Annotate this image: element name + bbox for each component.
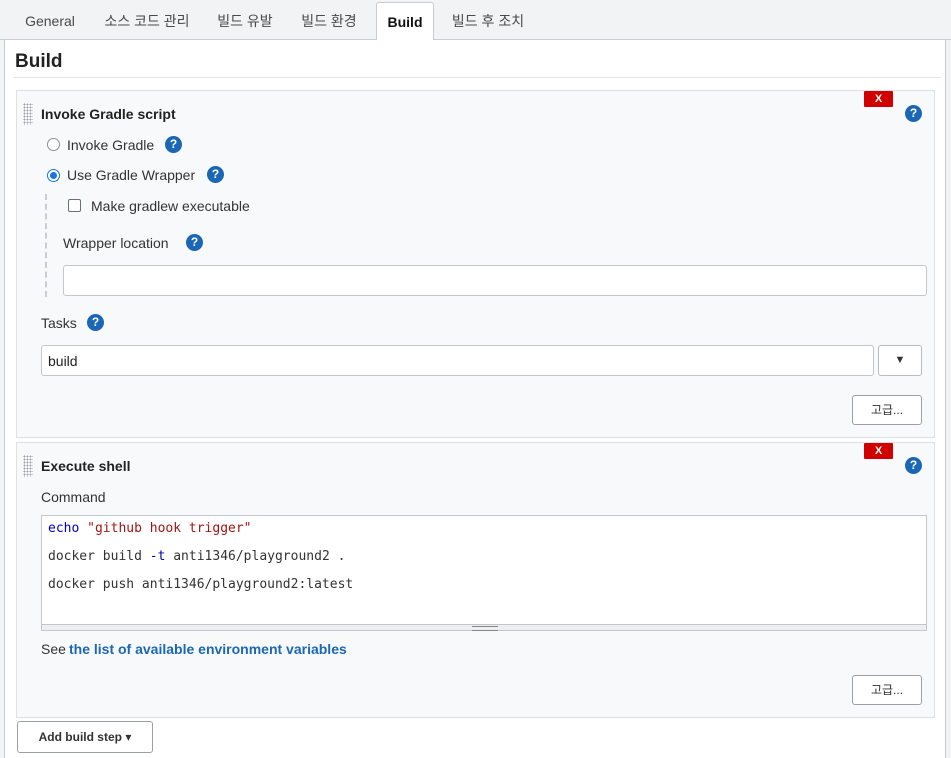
help-icon[interactable]: ?: [186, 234, 203, 251]
code-text: anti1346/playground2 .: [165, 549, 346, 564]
tasks-label: Tasks: [41, 315, 77, 331]
tab-source-code-management[interactable]: 소스 코드 관리: [96, 2, 198, 40]
drag-handle-icon[interactable]: [23, 455, 33, 477]
drag-handle-icon[interactable]: [23, 103, 33, 125]
add-build-step-label: Add build step: [38, 730, 122, 744]
tab-post-build-actions[interactable]: 빌드 후 조치: [444, 2, 532, 40]
wrapper-location-input[interactable]: [63, 265, 927, 296]
command-label: Command: [41, 489, 106, 505]
tab-build-environment[interactable]: 빌드 환경: [292, 2, 366, 40]
step-title: Execute shell: [41, 458, 131, 474]
delete-step-button[interactable]: X: [864, 443, 893, 459]
code-keyword: echo: [48, 521, 80, 536]
make-gradlew-executable-checkbox[interactable]: [68, 199, 81, 212]
code-string: "github hook trigger": [87, 521, 252, 536]
command-textarea[interactable]: echo "github hook trigger" docker build …: [41, 515, 927, 631]
section-divider: [13, 77, 941, 78]
advanced-button[interactable]: 고급...: [852, 395, 922, 425]
help-icon[interactable]: ?: [905, 457, 922, 474]
help-icon[interactable]: ?: [207, 166, 224, 183]
wrapper-location-label: Wrapper location: [63, 235, 169, 251]
chevron-down-icon: ▾: [125, 730, 132, 744]
help-icon[interactable]: ?: [165, 136, 182, 153]
advanced-button[interactable]: 고급...: [852, 675, 922, 705]
delete-step-button[interactable]: X: [864, 91, 893, 107]
help-icon[interactable]: ?: [905, 105, 922, 122]
code-text: docker build: [48, 549, 150, 564]
env-vars-link[interactable]: the list of available environment variab…: [69, 641, 347, 657]
gradle-build-step: Invoke Gradle script X ? Invoke Gradle ?…: [16, 90, 935, 438]
invoke-gradle-radio[interactable]: [47, 138, 60, 151]
code-text: docker push anti1346/playground2:latest: [48, 577, 354, 592]
use-gradle-wrapper-radio[interactable]: [47, 169, 60, 182]
env-vars-note: See: [41, 641, 66, 657]
code-flag: -t: [149, 549, 166, 564]
section-title: Build: [15, 51, 63, 72]
execute-shell-step: Execute shell X ? Command echo "github h…: [16, 442, 935, 718]
code-line: echo "github hook trigger": [48, 521, 252, 536]
tab-build-triggers[interactable]: 빌드 유발: [208, 2, 282, 40]
code-line: docker build -t anti1346/playground2 .: [48, 549, 345, 564]
textarea-resize-handle[interactable]: [42, 624, 926, 631]
nested-options-guide: [45, 194, 47, 297]
help-icon[interactable]: ?: [87, 314, 104, 331]
invoke-gradle-label: Invoke Gradle: [67, 137, 155, 153]
code-line: docker push anti1346/playground2:latest: [48, 577, 353, 592]
add-build-step-button[interactable]: Add build step ▾: [17, 721, 153, 753]
build-section-panel: Build Invoke Gradle script X ? Invoke Gr…: [4, 40, 946, 758]
see-prefix: See: [41, 641, 66, 657]
tab-build[interactable]: Build: [376, 2, 434, 41]
tab-general[interactable]: General: [14, 2, 86, 40]
use-gradle-wrapper-label: Use Gradle Wrapper: [67, 167, 196, 183]
tasks-expand-button[interactable]: ▼: [878, 345, 922, 376]
step-title: Invoke Gradle script: [41, 106, 176, 122]
make-gradlew-executable-label: Make gradlew executable: [91, 198, 250, 214]
tasks-input[interactable]: [41, 345, 874, 376]
config-tabbar: General 소스 코드 관리 빌드 유발 빌드 환경 Build 빌드 후 …: [0, 0, 951, 41]
